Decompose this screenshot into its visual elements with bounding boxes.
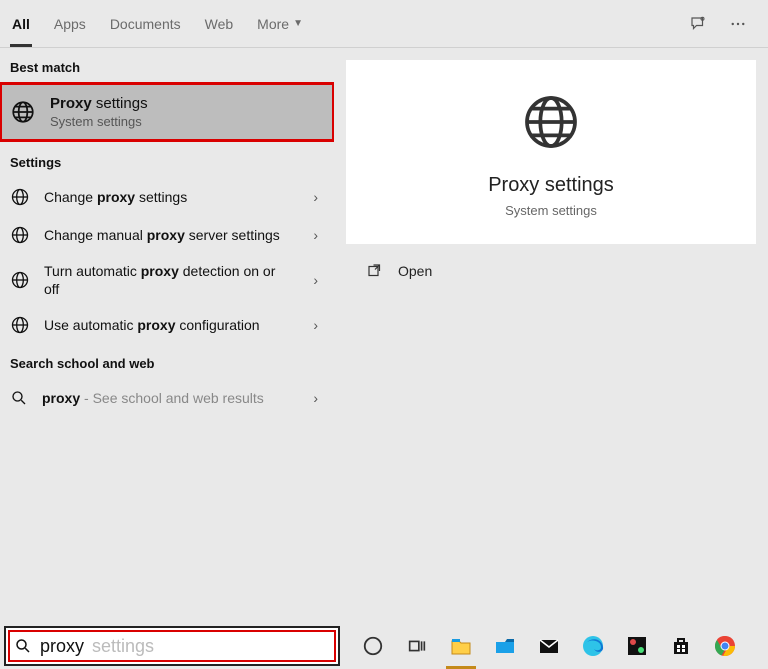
chevron-right-icon: › [313, 272, 324, 288]
best-match-result[interactable]: Proxy settings System settings [0, 83, 334, 141]
results-left-pane: Best match Proxy settings System setting… [0, 48, 334, 623]
open-icon [366, 262, 384, 280]
section-header-search-web: Search school and web [0, 344, 334, 379]
globe-icon [10, 315, 30, 335]
tab-web[interactable]: Web [193, 0, 246, 47]
result-label: proxy - See school and web results [42, 389, 299, 407]
settings-result-2[interactable]: Change manual proxy server settings › [0, 216, 334, 254]
tab-apps[interactable]: Apps [42, 0, 98, 47]
search-input[interactable]: proxy settings [4, 626, 340, 666]
chevron-right-icon: › [313, 189, 324, 205]
result-label: Change proxy settings [44, 188, 299, 206]
preview-subtitle: System settings [505, 203, 597, 218]
section-header-best-match: Best match [0, 48, 334, 83]
overflow-menu-icon[interactable] [728, 14, 748, 34]
scope-tabs: All Apps Documents Web More▼ [0, 0, 315, 47]
taskbar-app-icon-1[interactable] [492, 633, 518, 659]
file-explorer-icon[interactable] [448, 633, 474, 659]
chevron-right-icon: › [313, 317, 324, 333]
globe-icon [10, 225, 30, 245]
web-search-result[interactable]: proxy - See school and web results › [0, 379, 334, 417]
section-header-settings: Settings [0, 141, 334, 178]
chrome-icon[interactable] [712, 633, 738, 659]
search-results-main: Best match Proxy settings System setting… [0, 48, 768, 623]
task-view-icon[interactable] [404, 633, 430, 659]
settings-result-1[interactable]: Change proxy settings › [0, 178, 334, 216]
globe-icon [519, 90, 583, 154]
search-typed-text: proxy [40, 636, 84, 657]
open-action[interactable]: Open [346, 244, 756, 280]
chevron-right-icon: › [313, 390, 324, 406]
tab-all[interactable]: All [0, 0, 42, 47]
globe-icon [10, 270, 30, 290]
result-label: Use automatic proxy configuration [44, 316, 299, 334]
tab-more[interactable]: More▼ [245, 0, 315, 47]
search-icon [10, 389, 28, 407]
edge-icon[interactable] [580, 633, 606, 659]
preview-card: Proxy settings System settings [346, 60, 756, 244]
globe-icon [10, 99, 36, 125]
microsoft-store-icon[interactable] [668, 633, 694, 659]
feedback-icon[interactable] [688, 14, 708, 34]
search-autocomplete-hint: settings [92, 636, 154, 657]
mail-icon[interactable] [536, 633, 562, 659]
chevron-right-icon: › [313, 227, 324, 243]
cortana-icon[interactable] [360, 633, 386, 659]
settings-result-3[interactable]: Turn automatic proxy detection on or off… [0, 254, 334, 306]
result-label: Change manual proxy server settings [44, 226, 299, 244]
search-scope-tabs-bar: All Apps Documents Web More▼ [0, 0, 768, 48]
best-match-label: Proxy settings System settings [50, 95, 148, 129]
preview-title: Proxy settings [488, 174, 614, 197]
top-right-icons [688, 14, 760, 34]
chevron-down-icon: ▼ [293, 18, 303, 29]
settings-result-4[interactable]: Use automatic proxy configuration › [0, 306, 334, 344]
taskbar-app-icon-2[interactable] [624, 633, 650, 659]
search-icon [14, 637, 32, 655]
preview-pane: Proxy settings System settings Open [334, 48, 768, 623]
open-label: Open [398, 263, 432, 279]
tab-documents[interactable]: Documents [98, 0, 193, 47]
taskbar-icons [340, 633, 738, 659]
bottom-bar: proxy settings [0, 623, 768, 669]
result-label: Turn automatic proxy detection on or off [44, 262, 299, 298]
globe-icon [10, 187, 30, 207]
